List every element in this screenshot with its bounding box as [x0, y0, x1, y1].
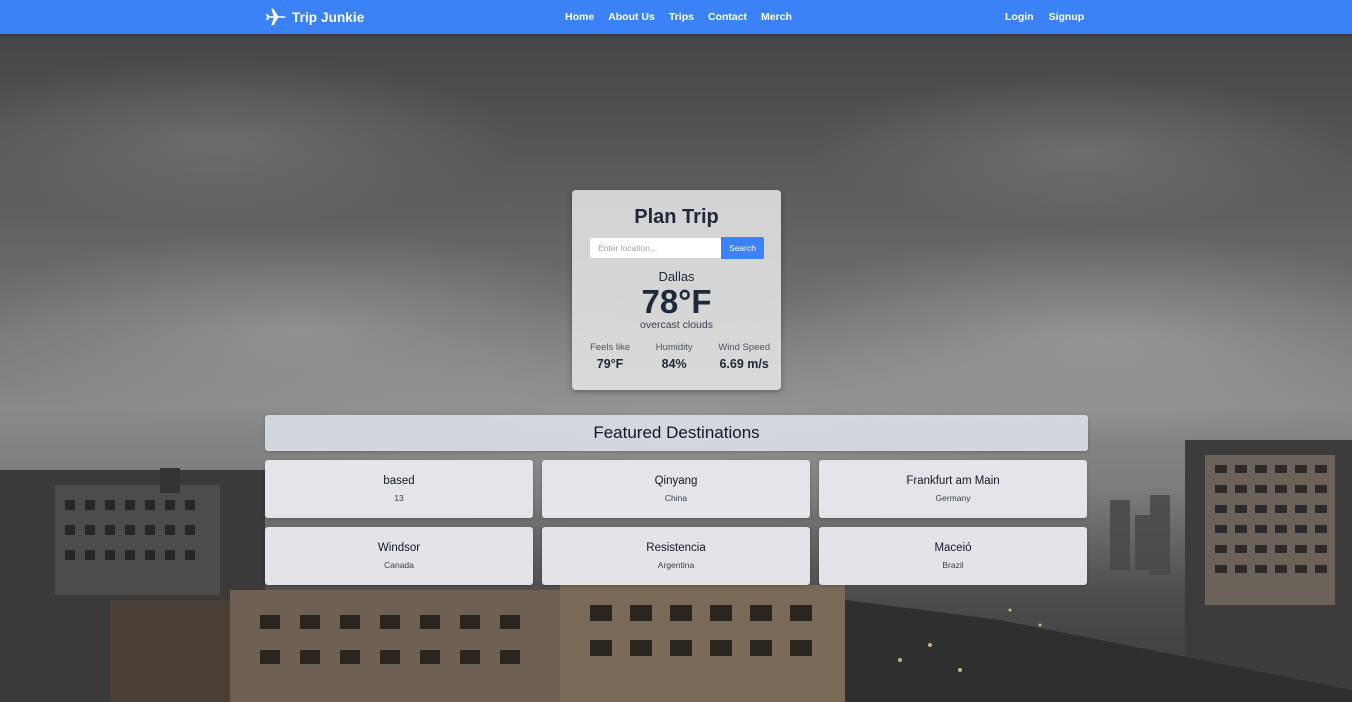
destination-name: Resistencia — [646, 542, 706, 554]
stat-label: Wind Speed — [718, 342, 770, 353]
destination-country: 13 — [394, 493, 404, 503]
destination-card[interactable]: Qinyang China — [542, 460, 810, 518]
brand-name: Trip Junkie — [292, 9, 365, 25]
weather-description: overcast clouds — [640, 319, 713, 331]
plan-trip-title: Plan Trip — [634, 206, 719, 228]
main-nav: Home About Us Trips Contact Merch — [565, 0, 806, 34]
destination-country: Canada — [384, 560, 414, 570]
destination-card[interactable]: Resistencia Argentina — [542, 527, 810, 585]
destination-country: Germany — [935, 493, 971, 503]
destination-name: Qinyang — [654, 475, 698, 487]
destination-name: Windsor — [377, 542, 421, 554]
featured-destinations-title: Featured Destinations — [593, 423, 760, 442]
location-search: Search — [589, 237, 764, 259]
auth-nav: Login Signup — [1005, 0, 1099, 34]
search-button[interactable]: Search — [721, 237, 764, 259]
nav-contact[interactable]: Contact — [708, 11, 747, 23]
login-link[interactable]: Login — [1005, 11, 1034, 23]
featured-destinations-header: Featured Destinations — [265, 415, 1088, 451]
nav-home[interactable]: Home — [565, 11, 594, 23]
stat-value: 84% — [661, 357, 687, 371]
destination-card[interactable]: Frankfurt am Main Germany — [819, 460, 1087, 518]
nav-about-us[interactable]: About Us — [608, 11, 655, 23]
nav-merch[interactable]: Merch — [761, 11, 792, 23]
destination-name: based — [383, 475, 415, 487]
destination-name: Maceió — [934, 542, 972, 554]
navbar: Trip Junkie Home About Us Trips Contact … — [0, 0, 1352, 34]
location-search-input[interactable] — [589, 237, 721, 259]
destination-card[interactable]: based 13 — [265, 460, 533, 518]
destination-country: Brazil — [942, 560, 964, 570]
stat-feels-like: Feels like 79°F — [590, 342, 630, 371]
destination-country: Argentina — [657, 560, 695, 570]
nav-trips[interactable]: Trips — [669, 11, 694, 23]
plan-trip-card: Plan Trip Search Dallas 78°F overcast cl… — [572, 190, 781, 390]
signup-link[interactable]: Signup — [1049, 11, 1085, 23]
brand-link[interactable]: Trip Junkie — [264, 5, 364, 29]
destination-country: China — [664, 493, 688, 503]
weather-temperature: 78°F — [641, 283, 712, 320]
stat-value: 79°F — [596, 357, 624, 371]
airplane-icon — [264, 6, 287, 28]
stat-value: 6.69 m/s — [719, 357, 769, 371]
destination-card[interactable]: Maceió Brazil — [819, 527, 1087, 585]
destinations-grid: based 13 Qinyang China Frankfurt am Main… — [265, 460, 1088, 585]
stat-wind-speed: Wind Speed 6.69 m/s — [718, 342, 770, 371]
weather-stats: Feels like 79°F Humidity 84% Wind Speed … — [590, 342, 770, 371]
destination-name: Frankfurt am Main — [906, 475, 1000, 487]
stat-label: Humidity — [655, 342, 693, 353]
destination-card[interactable]: Windsor Canada — [265, 527, 533, 585]
stat-label: Feels like — [590, 342, 631, 353]
stat-humidity: Humidity 84% — [656, 342, 693, 371]
